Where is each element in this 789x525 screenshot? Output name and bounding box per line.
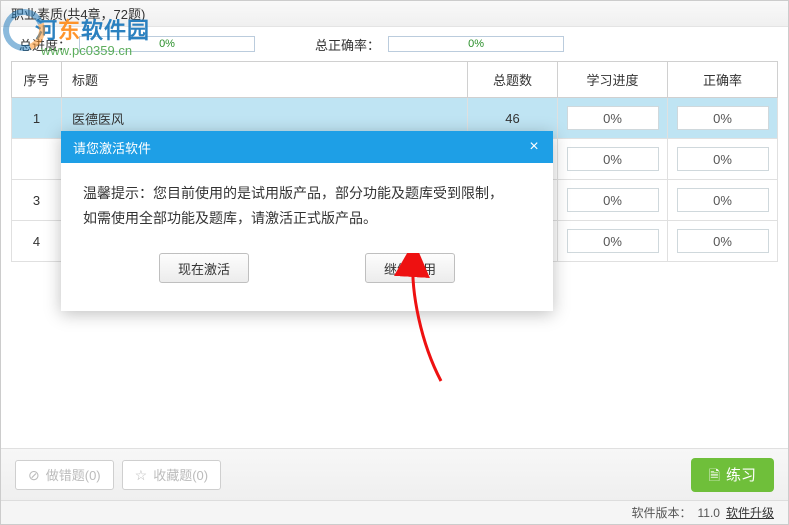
stat-accuracy: 总正确率： 0% <box>315 35 564 54</box>
modal-text-line1: 目前使用的是试用版产品，部分功能及题库受到限制， <box>167 185 503 201</box>
window-title: 职业素质(共4章，72题) <box>11 4 145 23</box>
progress-bar: 0% <box>79 36 255 52</box>
practice-button[interactable]: 🗎 练习 <box>691 458 774 492</box>
modal-tip-prefix: 温馨提示： <box>83 185 153 201</box>
cell-index <box>12 139 62 180</box>
close-icon[interactable]: × <box>523 136 545 158</box>
cell-accuracy: 0% <box>668 221 778 262</box>
accuracy-label: 总正确率： <box>315 35 380 54</box>
cell-progress: 0% <box>558 221 668 262</box>
pill-group: ⊘ 做错题(0) ☆ 收藏题(0) <box>15 460 221 490</box>
th-accuracy: 正确率 <box>668 62 778 98</box>
modal-title: 请您激活软件 <box>73 138 151 157</box>
accuracy-value: 0% <box>468 38 484 50</box>
star-icon: ☆ <box>135 468 148 482</box>
cell-accuracy: 0% <box>668 98 778 139</box>
bottom-toolbar: ⊘ 做错题(0) ☆ 收藏题(0) 🗎 练习 <box>1 448 788 500</box>
th-title: 标题 <box>62 62 468 98</box>
cell-progress: 0% <box>558 98 668 139</box>
version-label: 软件版本： <box>632 504 692 521</box>
stats-bar: 总进度： 0% 总正确率： 0% <box>1 27 788 61</box>
activation-modal: 请您激活软件 × 温馨提示：您目前使用的是试用版产品，部分功能及题库受到限制， … <box>61 131 553 311</box>
modal-text-line2: 如需使用全部功能及题库，请激活正式版产品。 <box>83 210 377 226</box>
progress-value: 0% <box>159 38 175 50</box>
cell-accuracy: 0% <box>668 180 778 221</box>
cell-progress: 0% <box>558 180 668 221</box>
cell-progress: 0% <box>558 139 668 180</box>
modal-header[interactable]: 请您激活软件 × <box>61 131 553 163</box>
favorite-questions-label: 收藏题(0) <box>153 465 208 484</box>
activate-now-button[interactable]: 现在激活 <box>159 253 249 283</box>
th-total: 总题数 <box>468 62 558 98</box>
circle-slash-icon: ⊘ <box>28 468 40 482</box>
cell-index: 4 <box>12 221 62 262</box>
th-index: 序号 <box>12 62 62 98</box>
app-window: 职业素质(共4章，72题) 总进度： 0% 总正确率： 0% 序号 标题 总题数… <box>0 0 789 525</box>
modal-body: 温馨提示：您目前使用的是试用版产品，部分功能及题库受到限制， 如需使用全部功能及… <box>61 163 553 233</box>
practice-label: 练习 <box>726 464 756 485</box>
status-bar: 软件版本： 11.0 软件升级 <box>1 500 788 524</box>
doc-icon: 🗎 <box>709 468 720 482</box>
stat-progress: 总进度： 0% <box>19 35 255 54</box>
continue-trial-button[interactable]: 继续试用 <box>365 253 455 283</box>
wrong-questions-label: 做错题(0) <box>46 465 101 484</box>
wrong-questions-button[interactable]: ⊘ 做错题(0) <box>15 460 114 490</box>
title-bar: 职业素质(共4章，72题) <box>1 1 788 27</box>
cell-index: 1 <box>12 98 62 139</box>
cell-index: 3 <box>12 180 62 221</box>
favorite-questions-button[interactable]: ☆ 收藏题(0) <box>122 460 221 490</box>
progress-label: 总进度： <box>19 35 71 54</box>
table-header-row: 序号 标题 总题数 学习进度 正确率 <box>12 62 778 98</box>
version-value: 11.0 <box>698 506 720 520</box>
modal-text-you: 您 <box>153 185 167 201</box>
upgrade-link[interactable]: 软件升级 <box>726 504 774 521</box>
cell-accuracy: 0% <box>668 139 778 180</box>
accuracy-bar: 0% <box>388 36 564 52</box>
th-progress: 学习进度 <box>558 62 668 98</box>
modal-actions: 现在激活 继续试用 <box>61 233 553 311</box>
